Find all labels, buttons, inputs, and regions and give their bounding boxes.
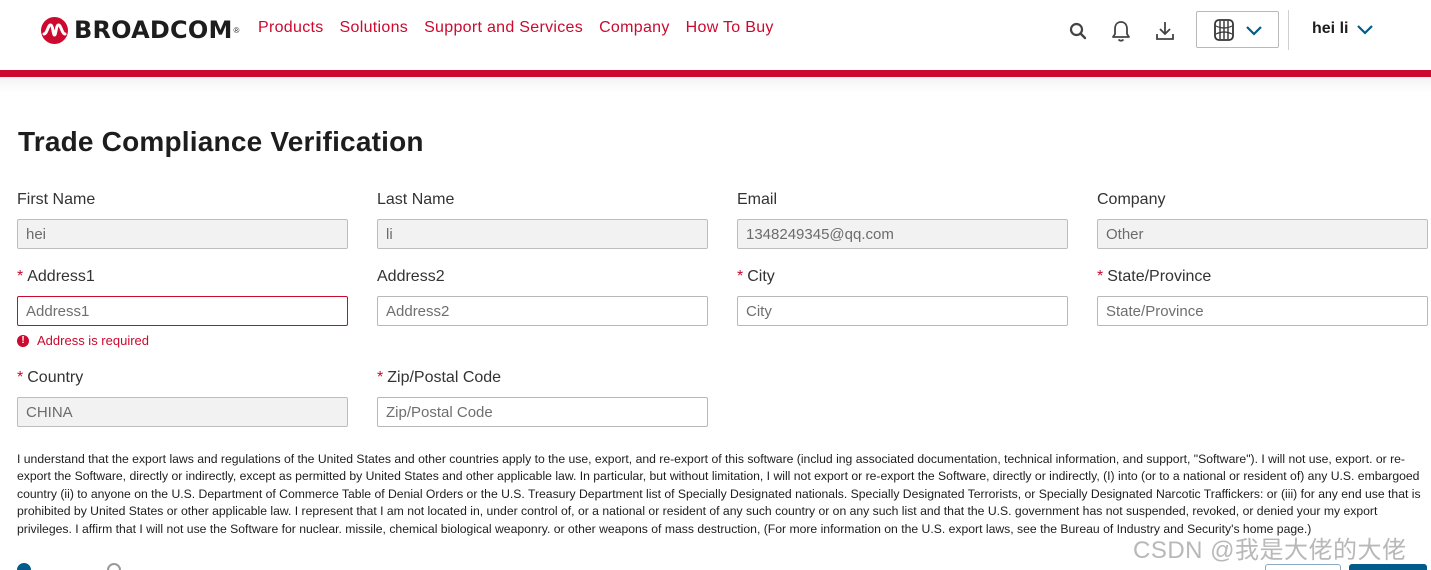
last-name-label: Last Name: [377, 191, 455, 208]
brand-name: BROADCOM: [74, 16, 233, 44]
user-name: hei li: [1312, 20, 1349, 37]
address2-label: Address2: [377, 268, 445, 285]
required-marker: *: [17, 268, 24, 285]
address1-error: ! Address is required: [17, 333, 149, 348]
last-name-input[interactable]: [377, 219, 708, 249]
zip-field: * Zip/Postal Code: [377, 368, 708, 427]
user-menu[interactable]: hei li: [1312, 20, 1374, 38]
watermark: CSDN @我是大佬的大佬: [1133, 537, 1407, 564]
first-name-field: First Name: [17, 190, 348, 249]
header-shadow: [0, 77, 1431, 93]
page-title: Trade Compliance Verification: [18, 126, 424, 157]
brand-trademark: ®: [233, 25, 240, 35]
address1-input[interactable]: [17, 296, 348, 326]
address2-field: Address2: [377, 267, 708, 326]
city-input[interactable]: [737, 296, 1068, 326]
broadcom-logo[interactable]: BROADCOM ®: [41, 16, 239, 44]
state-label: * State/Province: [1097, 268, 1212, 285]
company-field: Company: [1097, 190, 1428, 249]
header-divider: [1288, 10, 1289, 50]
error-icon: !: [17, 334, 29, 347]
required-marker: *: [377, 369, 384, 386]
export-compliance-statement: I understand that the export laws and re…: [17, 452, 1421, 536]
chevron-down-icon: [1245, 24, 1263, 36]
country-label: * Country: [17, 369, 84, 386]
company-input[interactable]: [1097, 219, 1428, 249]
user-chevron-icon: [1356, 23, 1374, 35]
broadcom-logo-mark: [41, 16, 68, 44]
country-input[interactable]: [17, 397, 348, 427]
address1-error-text: Address is required: [37, 333, 149, 348]
first-name-input[interactable]: [17, 219, 348, 249]
nav-support-and-services[interactable]: Support and Services: [424, 19, 583, 37]
country-field: * Country: [17, 368, 348, 427]
required-marker: *: [17, 369, 24, 386]
header-accent-bar: [0, 70, 1431, 77]
zip-label: * Zip/Postal Code: [377, 369, 502, 386]
search-icon[interactable]: [1065, 18, 1091, 44]
email-label: Email: [737, 191, 778, 208]
address1-label: * Address1: [17, 268, 95, 285]
globe-icon: [1213, 18, 1235, 42]
language-selector[interactable]: [1196, 11, 1279, 48]
address1-field: * Address1: [17, 267, 348, 326]
city-label: * City: [737, 268, 775, 285]
required-marker: *: [1097, 268, 1104, 285]
zip-input[interactable]: [377, 397, 708, 427]
nav-solutions[interactable]: Solutions: [340, 19, 409, 37]
city-field: * City: [737, 267, 1068, 326]
email-input[interactable]: [737, 219, 1068, 249]
nav-products[interactable]: Products: [258, 19, 324, 37]
radio-accept[interactable]: [17, 563, 31, 570]
email-field: Email: [737, 190, 1068, 249]
download-icon[interactable]: [1152, 18, 1178, 44]
bell-icon[interactable]: [1108, 18, 1134, 44]
radio-decline[interactable]: [107, 563, 121, 570]
nav-how-to-buy[interactable]: How To Buy: [686, 19, 774, 37]
last-name-field: Last Name: [377, 190, 708, 249]
address2-input[interactable]: [377, 296, 708, 326]
state-field: * State/Province: [1097, 267, 1428, 326]
company-label: Company: [1097, 191, 1166, 208]
nav-company[interactable]: Company: [599, 19, 670, 37]
main-nav: Products Solutions Support and Services …: [258, 19, 790, 37]
state-input[interactable]: [1097, 296, 1428, 326]
site-header: BROADCOM ® Products Solutions Support an…: [0, 0, 1431, 70]
required-marker: *: [737, 268, 744, 285]
agreement-radio-group: [17, 563, 127, 570]
first-name-label: First Name: [17, 191, 96, 208]
